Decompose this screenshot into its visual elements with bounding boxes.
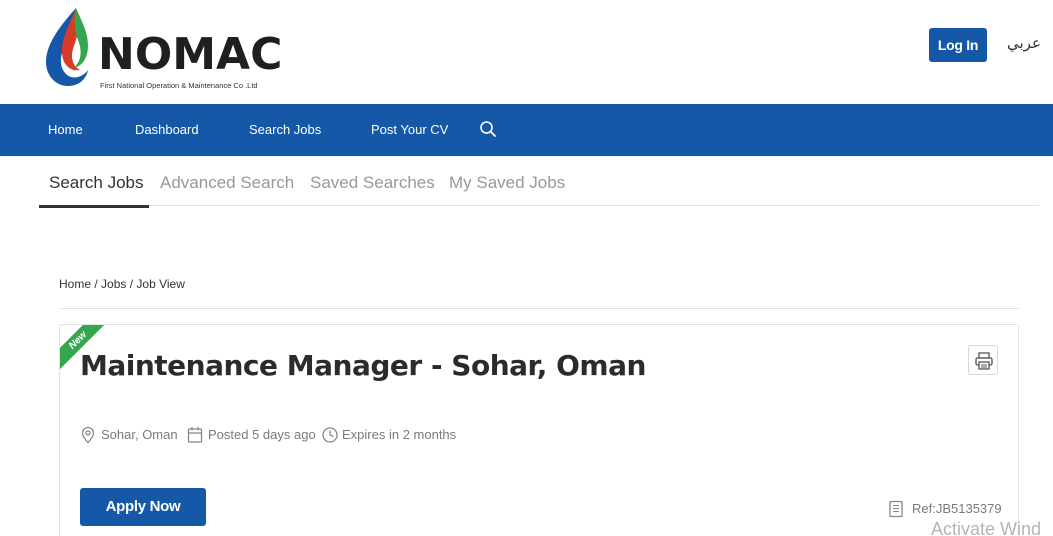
logo-wordmark: NOMAC [98, 29, 283, 80]
clock-icon [322, 427, 338, 443]
job-tabs: Search Jobs Advanced Search Saved Search… [39, 165, 1039, 208]
login-button[interactable]: Log In [929, 28, 987, 62]
nav-item-post-cv[interactable]: Post Your CV [371, 104, 448, 156]
nav-item-dashboard[interactable]: Dashboard [135, 104, 199, 156]
breadcrumb-current: Job View [136, 277, 185, 291]
tab-saved-searches[interactable]: Saved Searches [310, 173, 435, 193]
active-tab-indicator [39, 205, 149, 208]
calendar-icon [187, 427, 203, 443]
language-toggle-link[interactable]: عربي [1007, 34, 1041, 52]
apply-now-button[interactable]: Apply Now [80, 488, 206, 526]
job-location-text: Sohar, Oman [101, 427, 178, 442]
nav-item-home[interactable]: Home [48, 104, 83, 156]
job-title: Maintenance Manager - Sohar, Oman [80, 349, 646, 382]
job-posted: Posted 5 days ago [187, 426, 327, 444]
job-expires: Expires in 2 months [321, 426, 471, 444]
logo-flame-icon [46, 8, 88, 86]
nomac-logo[interactable]: NOMAC First National Operation & Mainten… [42, 6, 282, 92]
breadcrumb-home[interactable]: Home [59, 277, 91, 291]
divider [59, 308, 1019, 309]
job-card: New Maintenance Manager - Sohar, Oman So… [59, 324, 1019, 536]
job-location: Sohar, Oman [80, 426, 190, 444]
breadcrumb-separator: / [126, 277, 137, 291]
breadcrumb-jobs[interactable]: Jobs [101, 277, 126, 291]
location-pin-icon [81, 426, 95, 444]
tab-advanced-search[interactable]: Advanced Search [160, 173, 294, 193]
site-header: NOMAC First National Operation & Mainten… [0, 0, 1053, 104]
job-reference-text: Ref:JB5135379 [912, 501, 1002, 516]
printer-icon [975, 352, 993, 370]
print-button[interactable] [968, 345, 998, 375]
activate-windows-watermark: Activate Wind [931, 519, 1042, 536]
logo-subtitle: First National Operation & Maintenance C… [100, 81, 258, 90]
tab-search-jobs[interactable]: Search Jobs [49, 173, 144, 193]
breadcrumb-separator: / [91, 277, 102, 291]
job-posted-text: Posted 5 days ago [208, 427, 316, 442]
breadcrumb: Home / Jobs / Job View [59, 277, 185, 291]
nav-item-search-jobs[interactable]: Search Jobs [249, 104, 321, 156]
tab-my-saved-jobs[interactable]: My Saved Jobs [449, 173, 565, 193]
search-icon[interactable] [479, 120, 497, 138]
job-expires-text: Expires in 2 months [342, 427, 457, 442]
document-icon [889, 500, 903, 518]
main-nav: Home Dashboard Search Jobs Post Your CV [0, 104, 1053, 156]
